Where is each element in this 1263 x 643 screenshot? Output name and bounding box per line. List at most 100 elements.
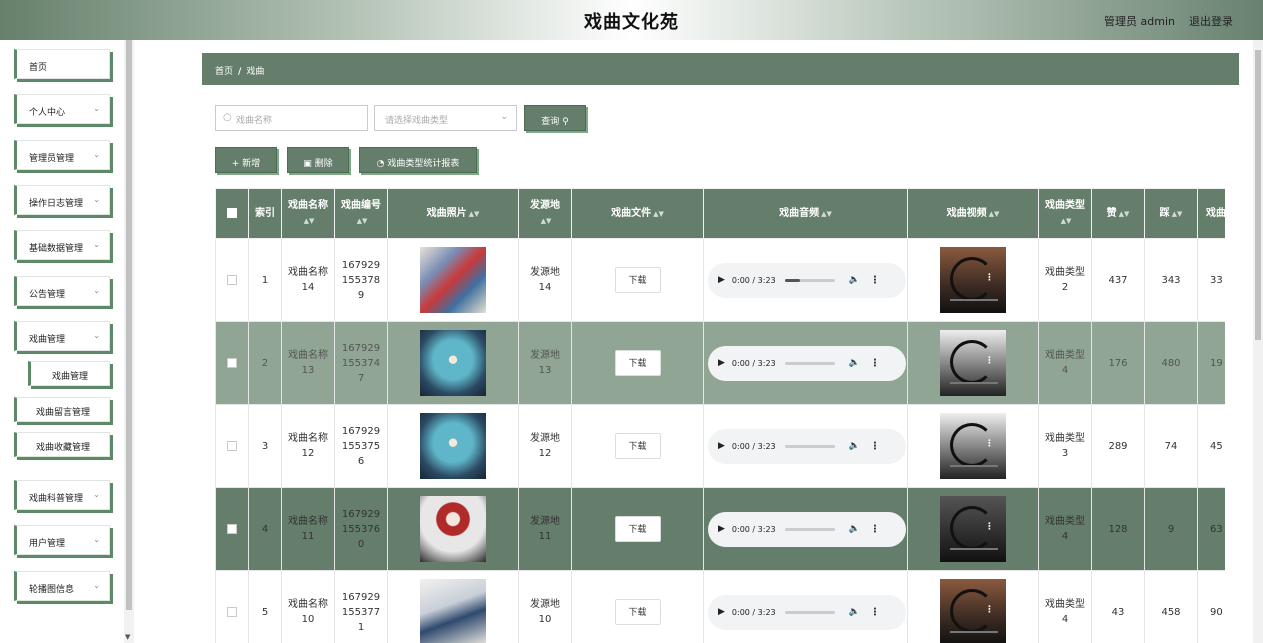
row-checkbox[interactable] [227, 606, 237, 617]
row-checkbox[interactable] [227, 357, 237, 368]
audio-seek-bar[interactable] [784, 278, 835, 282]
opera-photo[interactable] [420, 413, 486, 479]
col-type[interactable]: 戏曲类型 ▲▼ [1038, 188, 1092, 239]
sidebar-item-personal-center[interactable]: 个人中心 ⌄ [14, 94, 110, 124]
col-photo[interactable]: 戏曲照片 ▲▼ [387, 188, 519, 239]
volume-icon[interactable]: 🔈 [849, 522, 860, 537]
play-icon[interactable]: ▶ [718, 439, 725, 454]
sidebar-subitem-opera-manage[interactable]: 戏曲管理 [28, 361, 110, 386]
download-button[interactable]: 下载 [614, 267, 661, 293]
sidebar-subitem-opera-favorites[interactable]: 戏曲收藏管理 [14, 432, 110, 457]
delete-button[interactable]: ▣ 删除 [287, 147, 349, 173]
sort-icon[interactable]: ▲▼ [1061, 217, 1072, 225]
sidebar-item-home[interactable]: 首页 [14, 49, 110, 79]
add-button[interactable]: + 新增 [215, 147, 277, 173]
more-vertical-icon[interactable]: ⋮ [985, 354, 994, 369]
sort-icon[interactable]: ▲▼ [304, 217, 315, 225]
download-button[interactable]: 下载 [614, 350, 661, 376]
query-button[interactable]: 查询 ⚲ [524, 105, 586, 131]
video-progress-bar[interactable] [950, 631, 998, 633]
sidebar-item-opera-science[interactable]: 戏曲科普管理 ⌄ [14, 480, 110, 510]
audio-player[interactable]: ▶ 0:00 / 3:23 🔈 ⋮ [708, 262, 906, 298]
row-checkbox-cell[interactable] [215, 321, 249, 405]
sort-icon[interactable]: ▲▼ [653, 210, 664, 218]
video-progress-bar[interactable] [950, 548, 998, 550]
sidebar-item-carousel[interactable]: 轮播图信息 ⌄ [14, 571, 110, 601]
row-checkbox-cell[interactable] [215, 404, 249, 488]
play-icon[interactable]: ▶ [718, 605, 725, 620]
more-vertical-icon[interactable]: ⋮ [985, 520, 994, 535]
volume-icon[interactable]: 🔈 [849, 273, 860, 288]
row-checkbox-cell[interactable] [215, 238, 249, 322]
sidebar-item-base-data[interactable]: 基础数据管理 ⌄ [14, 230, 110, 260]
scrollbar-thumb[interactable] [1255, 50, 1261, 340]
row-checkbox-cell[interactable] [215, 487, 249, 571]
row-checkbox[interactable] [227, 523, 237, 534]
video-progress-bar[interactable] [950, 465, 998, 467]
more-vertical-icon[interactable]: ⋮ [870, 605, 880, 620]
video-progress-bar[interactable] [950, 382, 998, 384]
sidebar-item-announcement[interactable]: 公告管理 ⌄ [14, 276, 110, 306]
col-origin[interactable]: 发源地 ▲▼ [518, 188, 572, 239]
col-video[interactable]: 戏曲视频 ▲▼ [907, 188, 1039, 239]
select-all-checkbox[interactable] [227, 208, 237, 218]
more-vertical-icon[interactable]: ⋮ [870, 356, 880, 371]
col-like[interactable]: 赞 ▲▼ [1091, 188, 1145, 239]
col-file[interactable]: 戏曲文件 ▲▼ [571, 188, 704, 239]
audio-seek-bar[interactable] [784, 610, 835, 614]
audio-player[interactable]: ▶ 0:00 / 3:23 🔈 ⋮ [708, 345, 906, 381]
video-player[interactable]: ⋮ [940, 330, 1006, 396]
col-dislike[interactable]: 踩 ▲▼ [1144, 188, 1198, 239]
sidebar-subitem-opera-comments[interactable]: 戏曲留言管理 [14, 397, 110, 422]
col-code[interactable]: 戏曲编号 ▲▼ [334, 188, 388, 239]
sort-icon[interactable]: ▲▼ [989, 210, 1000, 218]
download-button[interactable]: 下载 [614, 433, 661, 459]
col-audio[interactable]: 戏曲音频 ▲▼ [703, 188, 908, 239]
audio-player[interactable]: ▶ 0:00 / 3:23 🔈 ⋮ [708, 428, 906, 464]
audio-seek-bar[interactable] [784, 527, 835, 531]
sidebar-item-operation-log[interactable]: 操作日志管理 ⌄ [14, 185, 110, 215]
row-checkbox[interactable] [227, 274, 237, 285]
scroll-down-icon[interactable]: ▼ [125, 633, 130, 641]
breadcrumb-home[interactable]: 首页 [215, 67, 233, 77]
video-player[interactable]: ⋮ [940, 413, 1006, 479]
volume-icon[interactable]: 🔈 [849, 605, 860, 620]
row-checkbox[interactable] [227, 440, 237, 451]
download-button[interactable]: 下载 [614, 516, 661, 542]
video-player[interactable]: ⋮ [940, 579, 1006, 643]
play-icon[interactable]: ▶ [718, 273, 725, 288]
sort-icon[interactable]: ▲▼ [469, 210, 480, 218]
download-button[interactable]: 下载 [614, 599, 661, 625]
more-vertical-icon[interactable]: ⋮ [985, 271, 994, 286]
sidebar-item-opera[interactable]: 戏曲管理 ⌄ [14, 321, 110, 351]
opera-photo[interactable] [420, 579, 486, 643]
more-vertical-icon[interactable]: ⋮ [870, 522, 880, 537]
sidebar-item-users[interactable]: 用户管理 ⌄ [14, 525, 110, 555]
col-heat[interactable]: 戏曲热度 [1197, 188, 1225, 239]
type-stats-report-button[interactable]: ◔ 戏曲类型统计报表 [359, 147, 477, 173]
main-scrollbar[interactable] [1253, 40, 1263, 643]
sidebar-item-admin[interactable]: 管理员管理 ⌄ [14, 140, 110, 170]
audio-player[interactable]: ▶ 0:00 / 3:23 🔈 ⋮ [708, 511, 906, 547]
opera-photo[interactable] [420, 330, 486, 396]
opera-type-select[interactable]: 请选择戏曲类型 ⌄ [374, 105, 517, 131]
sort-icon[interactable]: ▲▼ [357, 217, 368, 225]
audio-seek-bar[interactable] [784, 361, 835, 365]
sort-icon[interactable]: ▲▼ [541, 217, 552, 225]
row-checkbox-cell[interactable] [215, 570, 249, 643]
video-player[interactable]: ⋮ [940, 247, 1006, 313]
opera-photo[interactable] [420, 496, 486, 562]
logout-link[interactable]: 退出登录 [1189, 13, 1233, 29]
opera-photo[interactable] [420, 247, 486, 313]
audio-player[interactable]: ▶ 0:00 / 3:23 🔈 ⋮ [708, 594, 906, 630]
more-vertical-icon[interactable]: ⋮ [985, 603, 994, 618]
more-vertical-icon[interactable]: ⋮ [985, 437, 994, 452]
video-progress-bar[interactable] [950, 299, 998, 301]
sort-icon[interactable]: ▲▼ [821, 210, 832, 218]
select-all-checkbox-cell[interactable] [215, 188, 249, 239]
play-icon[interactable]: ▶ [718, 356, 725, 371]
sort-icon[interactable]: ▲▼ [1119, 210, 1130, 218]
volume-icon[interactable]: 🔈 [849, 356, 860, 371]
video-player[interactable]: ⋮ [940, 496, 1006, 562]
more-vertical-icon[interactable]: ⋮ [870, 439, 880, 454]
